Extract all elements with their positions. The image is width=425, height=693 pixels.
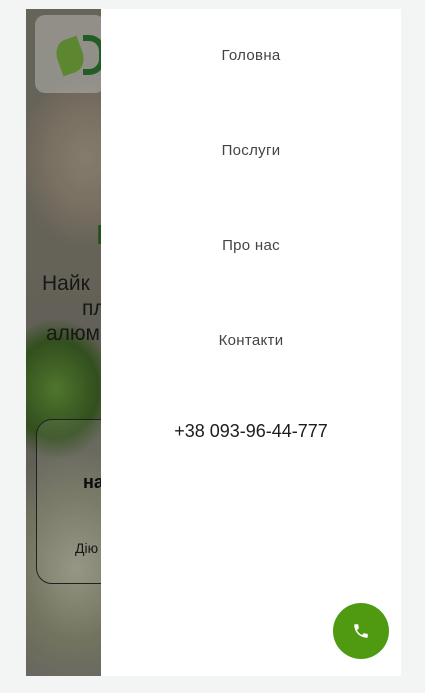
- menu-item-services[interactable]: Послуги: [101, 142, 401, 159]
- mobile-menu-panel: Головна Послуги Про нас Контакти +38 093…: [101, 9, 401, 676]
- menu-phone-link[interactable]: +38 093-96-44-777: [101, 421, 401, 442]
- menu-item-about[interactable]: Про нас: [101, 237, 401, 254]
- menu-item-contacts[interactable]: Контакти: [101, 332, 401, 349]
- call-button[interactable]: [333, 603, 389, 659]
- menu-item-home[interactable]: Головна: [101, 47, 401, 64]
- phone-icon: [354, 624, 368, 638]
